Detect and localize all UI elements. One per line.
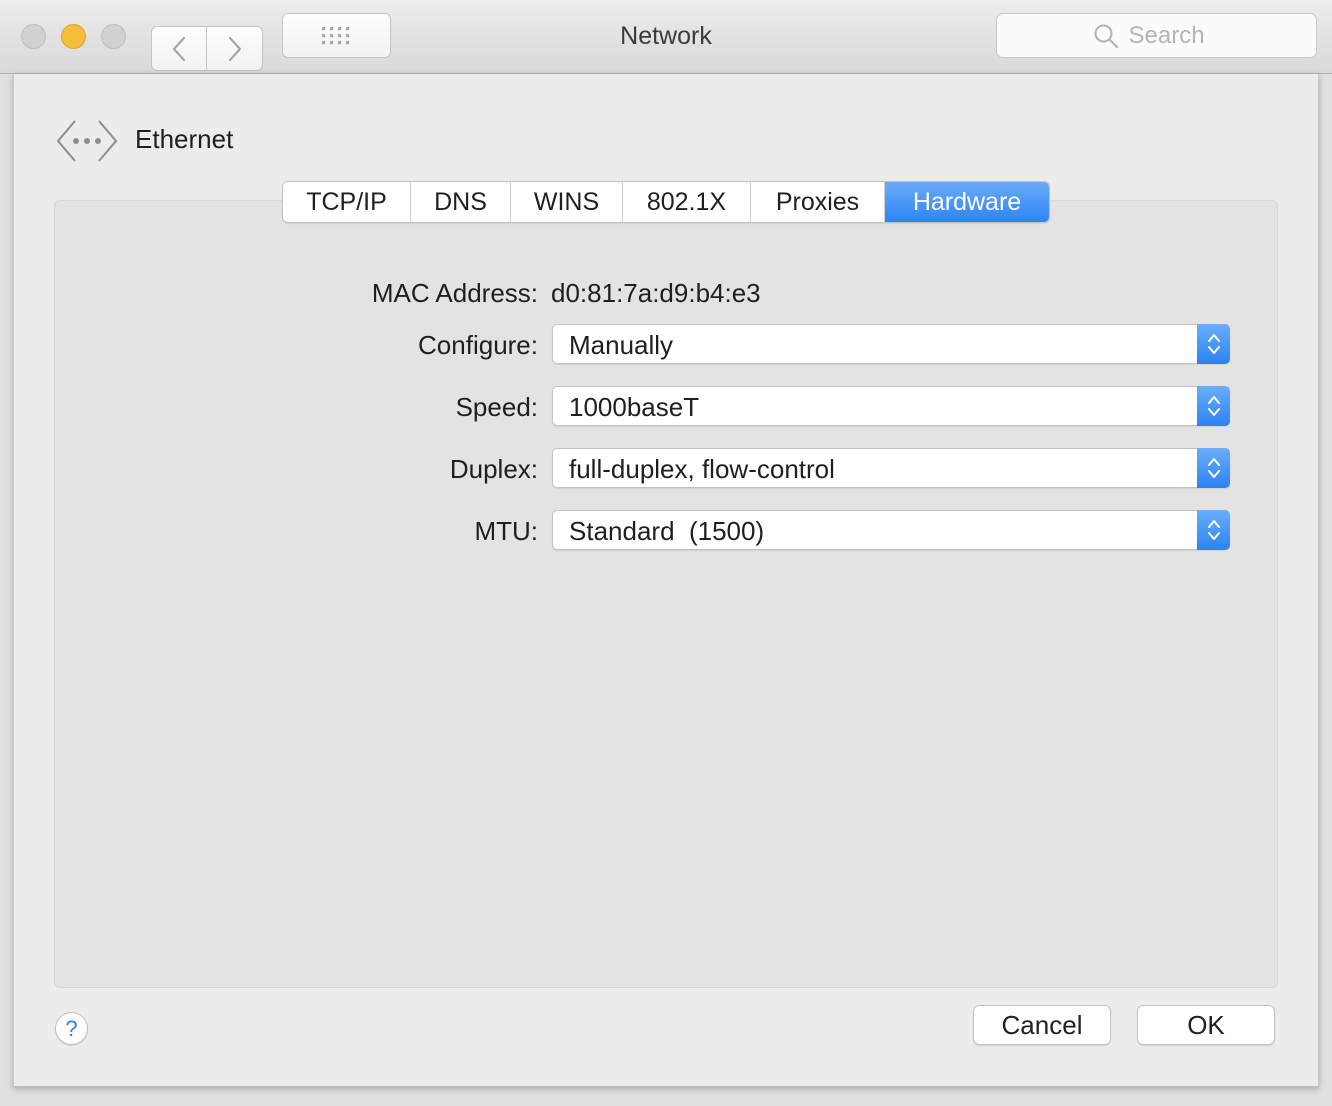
back-button[interactable]	[151, 26, 207, 71]
minimize-window-button[interactable]	[61, 24, 86, 49]
tab-802-1x[interactable]: 802.1X	[623, 182, 751, 222]
settings-tabs: TCP/IP DNS WINS 802.1X Proxies Hardware	[282, 181, 1050, 223]
tab-wins[interactable]: WINS	[511, 182, 623, 222]
zoom-window-button[interactable]	[101, 24, 126, 49]
chevron-right-icon	[228, 36, 241, 61]
configure-popup[interactable]: Manually	[552, 324, 1230, 364]
mtu-popup[interactable]: Standard (1500)	[552, 510, 1230, 550]
popup-arrows-icon	[1197, 324, 1230, 364]
configure-value: Manually	[569, 330, 674, 360]
speed-label: Speed:	[455, 392, 538, 422]
ok-button[interactable]: OK	[1137, 1005, 1275, 1045]
close-window-button[interactable]	[21, 24, 46, 49]
search-input[interactable]	[1126, 20, 1221, 51]
advanced-settings-sheet: Ethernet TCP/IP DNS WINS 802.1X Proxies …	[13, 74, 1319, 1087]
forward-button[interactable]	[206, 26, 263, 71]
popup-arrows-icon	[1197, 448, 1230, 488]
ethernet-icon	[56, 120, 118, 162]
mac-address-label: MAC Address:	[371, 278, 538, 308]
network-preferences-window: Network Ethernet TCP/IP DNS WINS 802.1X …	[0, 0, 1332, 1106]
duplex-popup[interactable]: full-duplex, flow-control	[552, 448, 1230, 488]
duplex-label: Duplex:	[449, 454, 538, 484]
search-icon	[1094, 24, 1118, 48]
chevron-left-icon	[172, 36, 186, 61]
mac-address-value: d0:81:7a:d9:b4:e3	[551, 278, 761, 308]
mtu-value: Standard (1500)	[569, 516, 765, 546]
help-button[interactable]: ?	[55, 1012, 88, 1045]
mtu-label: MTU:	[474, 516, 538, 546]
speed-popup[interactable]: 1000baseT	[552, 386, 1230, 426]
configure-label: Configure:	[418, 330, 538, 360]
popup-arrows-icon	[1197, 510, 1230, 550]
help-icon: ?	[65, 1015, 78, 1041]
search-field[interactable]	[996, 13, 1317, 58]
cancel-button[interactable]: Cancel	[973, 1005, 1111, 1045]
tab-proxies[interactable]: Proxies	[751, 182, 885, 222]
speed-value: 1000baseT	[569, 392, 700, 422]
show-all-grid-icon	[321, 26, 349, 44]
hardware-panel	[54, 200, 1278, 988]
popup-arrows-icon	[1197, 386, 1230, 426]
tab-dns[interactable]: DNS	[411, 182, 511, 222]
duplex-value: full-duplex, flow-control	[569, 454, 835, 484]
tab-tcp-ip[interactable]: TCP/IP	[283, 182, 411, 222]
interface-name: Ethernet	[135, 124, 234, 154]
toolbar: Network	[0, 0, 1332, 74]
navigation-buttons	[151, 13, 263, 71]
tab-hardware[interactable]: Hardware	[885, 182, 1049, 222]
show-all-button[interactable]	[282, 13, 391, 58]
